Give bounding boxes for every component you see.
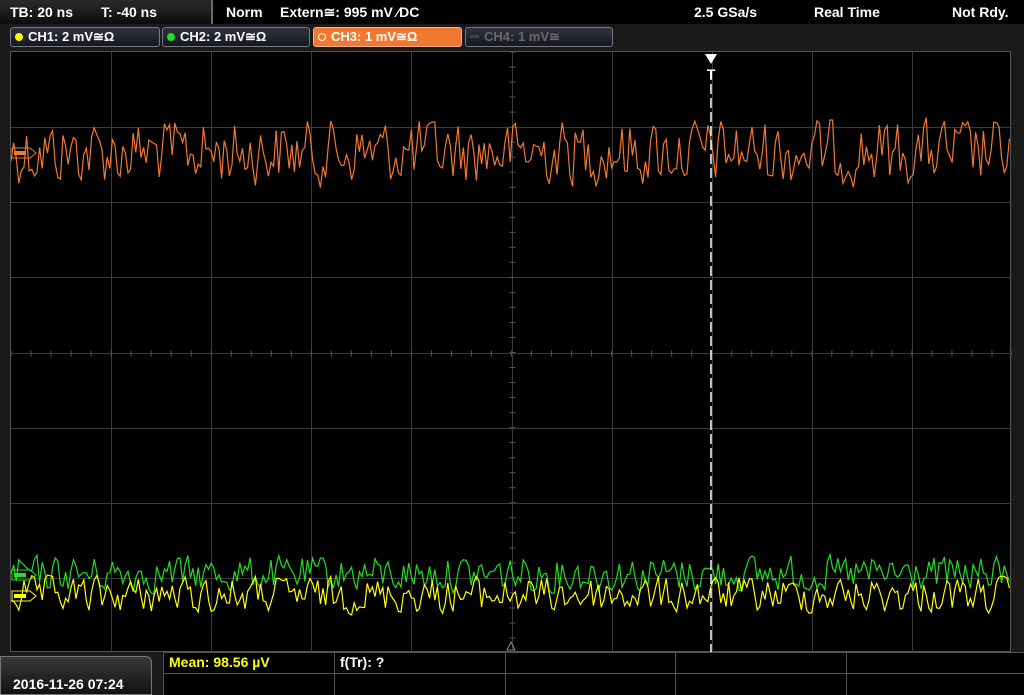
trigger-mode[interactable]: Norm [226,4,263,20]
measurement-divider [505,652,506,695]
sample-rate[interactable]: 2.5 GSa/s [694,4,757,20]
ch1-color-dot-icon [15,33,23,41]
trigger-offset-value: T: -40 ns [101,4,158,20]
timebase-value: TB: 20 ns [10,4,74,20]
measurement-divider [163,652,1024,653]
measurement-mean[interactable]: Mean: 98.56 µV [169,654,270,670]
measurement-divider [846,652,847,695]
channel-tab-ch1[interactable]: CH1: 2 mV≅Ω [10,27,160,47]
ch1-waveform [11,574,1010,616]
waveform-canvas: T [11,52,1012,653]
measurement-panel[interactable]: Mean: 98.56 µV f(Tr): ? [163,652,1024,695]
acquisition-mode[interactable]: Real Time [814,4,880,20]
ch2-label: CH2: 2 mV≅Ω [180,29,267,44]
trigger-marker-label: T [707,66,716,82]
ch1-offset-marker-icon[interactable] [11,590,37,602]
ch3-label: CH3: 1 mV≅Ω [331,29,418,44]
channel-tab-ch3[interactable]: CH3: 1 mV≅Ω [313,27,462,47]
status-bar: TB: 20 ns T: -40 ns Norm Extern≅: 995 mV… [0,0,1024,24]
ch3-color-dot-icon [318,33,326,41]
horizontal-center-marker-icon [506,640,516,651]
datetime-box: 2016-11-26 07:24 [0,656,152,695]
measurement-divider [675,652,676,695]
measurement-rise-frequency[interactable]: f(Tr): ? [340,654,384,670]
channel-tab-ch4[interactable]: CH4: 1 mV≅ [465,27,613,47]
measurement-divider [163,673,1024,674]
timebase-box[interactable]: TB: 20 ns T: -40 ns [0,0,213,24]
measurement-divider [163,652,164,695]
channel-tab-ch2[interactable]: CH2: 2 mV≅Ω [162,27,310,47]
ch3-waveform [11,117,1010,188]
ch4-color-dot-icon [470,35,479,38]
trigger-source[interactable]: Extern≅: 995 mV ∕DC [280,4,419,21]
ch4-label: CH4: 1 mV≅ [484,29,560,44]
trigger-position-arrow-icon[interactable] [705,54,717,64]
datetime-value: 2016-11-26 07:24 [13,676,124,692]
acquisition-status: Not Rdy. [952,4,1009,20]
waveform-display[interactable]: T [10,51,1012,653]
ch1-label: CH1: 2 mV≅Ω [28,29,115,44]
ch2-waveform [11,552,1010,595]
ch2-color-dot-icon [167,33,175,41]
measurement-divider [334,652,335,695]
